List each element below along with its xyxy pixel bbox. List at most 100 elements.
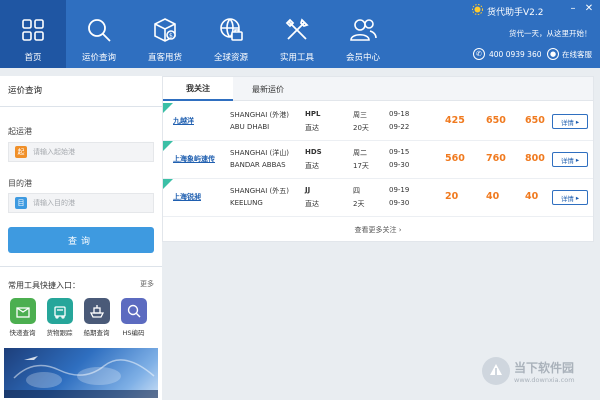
flag-tag-icon bbox=[163, 141, 173, 151]
nav-member-center[interactable]: 会员中心 bbox=[330, 0, 396, 68]
route-type: 直达 bbox=[305, 124, 319, 132]
chevron-right-icon: ▸ bbox=[575, 117, 580, 126]
price-40hq: 650 bbox=[525, 115, 545, 126]
nav-global-resources[interactable]: 全球资源 bbox=[198, 0, 264, 68]
watermark-text: 当下软件园 www.downxia.com bbox=[514, 359, 575, 384]
tab-my-follow[interactable]: 我关注 bbox=[163, 77, 233, 101]
hs-code-icon bbox=[120, 298, 147, 324]
rates-panel: 我关注 最新运价 九越洋 SHANGHAI (外港) ABU DHABI HPL… bbox=[162, 76, 594, 242]
tool-hs-code[interactable]: HS编码 bbox=[115, 298, 152, 337]
pod-text: ABU DHABI bbox=[230, 123, 270, 131]
table-row: 上海锐昶 SHANGHAI (外五) KEELUNG JJ 直达 四 2天 09… bbox=[163, 179, 593, 217]
detail-label: 详情 bbox=[560, 118, 574, 127]
search-panel-title: 运价查询 bbox=[8, 86, 43, 96]
nav-label: 实用工具 bbox=[279, 53, 314, 63]
valid-from: 09-18 bbox=[389, 110, 410, 118]
valid-to: 09-30 bbox=[389, 199, 410, 207]
search-panel: 运价查询 起运港 起 请输入起始港 目的港 目 请输入目的港 查询 常用工具快捷… bbox=[0, 76, 162, 400]
globe-briefcase-icon bbox=[216, 15, 246, 45]
online-service-button[interactable]: ● 在线客服 bbox=[547, 48, 592, 60]
transit-time: 20天 bbox=[353, 124, 369, 132]
app-title-text: 货代助手V2.2 bbox=[487, 7, 544, 18]
pol-text: SHANGHAI (外港) bbox=[230, 111, 289, 119]
greeting-text: 货代一天，从这里开始！ bbox=[509, 29, 592, 38]
tool-tracking[interactable]: 货物跟踪 bbox=[41, 298, 78, 337]
pod-placeholder: 请输入目的港 bbox=[33, 199, 75, 207]
watermark: 当下软件园 www.downxia.com bbox=[482, 357, 575, 385]
company-link[interactable]: 九越洋 bbox=[173, 116, 194, 126]
tool-label: 快递查询 bbox=[9, 329, 36, 337]
phone-icon: ✆ bbox=[473, 48, 485, 60]
nav-label: 直客甩货 bbox=[147, 53, 182, 63]
pol-placeholder: 请输入起始港 bbox=[33, 148, 75, 156]
pol-badge-icon: 起 bbox=[15, 146, 27, 158]
rates-tabs: 我关注 最新运价 bbox=[163, 77, 593, 101]
query-button[interactable]: 查询 bbox=[8, 227, 154, 253]
tool-express[interactable]: 快递查询 bbox=[4, 298, 41, 337]
price-20gp: 425 bbox=[445, 115, 465, 126]
detail-button[interactable]: 详情 ▸ bbox=[552, 190, 588, 205]
watermark-logo-icon bbox=[482, 357, 510, 385]
main-nav: 首页 运价查询 $ 直客甩货 全球资源 实用工具 会员中心 bbox=[0, 0, 396, 68]
pol-input[interactable]: 起 请输入起始港 bbox=[8, 142, 154, 162]
svg-text:$: $ bbox=[169, 33, 173, 40]
nav-rate-query[interactable]: 运价查询 bbox=[66, 0, 132, 68]
price-20gp: 560 bbox=[445, 153, 465, 164]
search-icon bbox=[84, 15, 114, 45]
members-icon bbox=[348, 15, 378, 45]
nav-direct-cargo[interactable]: $ 直客甩货 bbox=[132, 0, 198, 68]
view-more-link[interactable]: 查看更多关注 › bbox=[163, 225, 593, 235]
tool-label: HS编码 bbox=[122, 329, 145, 337]
nav-label: 全球资源 bbox=[213, 53, 248, 63]
tools-icon bbox=[282, 15, 312, 45]
express-icon bbox=[9, 298, 36, 324]
detail-label: 详情 bbox=[560, 194, 574, 203]
detail-button[interactable]: 详情 ▸ bbox=[552, 114, 588, 129]
divider bbox=[0, 266, 162, 267]
pod-input[interactable]: 目 请输入目的港 bbox=[8, 193, 154, 213]
ad-banner[interactable] bbox=[4, 348, 158, 398]
company-link[interactable]: 上海象屿速传 bbox=[173, 154, 215, 164]
nav-home[interactable]: 首页 bbox=[0, 0, 66, 68]
nav-label: 首页 bbox=[24, 53, 42, 63]
tool-schedule[interactable]: 船期查询 bbox=[78, 298, 115, 337]
divider bbox=[0, 106, 162, 107]
flag-tag-icon bbox=[163, 179, 173, 189]
price-40gp: 650 bbox=[486, 115, 506, 126]
tab-latest-rates[interactable]: 最新运价 bbox=[233, 77, 303, 101]
transit-time: 2天 bbox=[353, 200, 365, 208]
pol-text: SHANGHAI (外五) bbox=[230, 187, 289, 195]
tools-grid: 快递查询 货物跟踪 船期查询 HS编码 bbox=[4, 298, 152, 337]
detail-button[interactable]: 详情 ▸ bbox=[552, 152, 588, 167]
carrier-text: HPL bbox=[305, 110, 321, 118]
home-grid-icon bbox=[18, 15, 48, 45]
tool-label: 船期查询 bbox=[83, 329, 110, 337]
chevron-right-icon: ▸ bbox=[575, 155, 580, 164]
price-40gp: 760 bbox=[486, 153, 506, 164]
online-service-label: 在线客服 bbox=[562, 49, 592, 59]
chevron-right-icon: ▸ bbox=[575, 193, 580, 202]
phone-info: ✆ 400 0939 360 bbox=[473, 48, 542, 60]
nav-tools[interactable]: 实用工具 bbox=[264, 0, 330, 68]
price-40gp: 40 bbox=[486, 191, 500, 202]
company-link[interactable]: 上海锐昶 bbox=[173, 192, 201, 202]
phone-number: 400 0939 360 bbox=[489, 49, 542, 59]
box-icon: $ bbox=[150, 15, 180, 45]
valid-from: 09-15 bbox=[389, 148, 410, 156]
nav-label: 会员中心 bbox=[345, 53, 380, 63]
price-40hq: 800 bbox=[525, 153, 545, 164]
transit-time: 17天 bbox=[353, 162, 369, 170]
tools-more-link[interactable]: 更多 bbox=[140, 279, 154, 289]
app-title: 货代助手V2.2 bbox=[472, 4, 543, 18]
table-row: 九越洋 SHANGHAI (外港) ABU DHABI HPL 直达 周三 20… bbox=[163, 103, 593, 141]
valid-to: 09-22 bbox=[389, 123, 410, 131]
close-button[interactable]: ✕ bbox=[582, 3, 596, 15]
app-header: 首页 运价查询 $ 直客甩货 全球资源 实用工具 会员中心 货代助手V2.2 –… bbox=[0, 0, 600, 68]
route-type: 直达 bbox=[305, 162, 319, 170]
minimize-button[interactable]: – bbox=[566, 3, 580, 15]
world-map-illustration bbox=[4, 356, 158, 398]
watermark-url: www.downxia.com bbox=[514, 375, 575, 384]
sun-logo-icon bbox=[472, 4, 483, 18]
carrier-text: HDS bbox=[305, 148, 322, 156]
valid-from: 09-19 bbox=[389, 186, 410, 194]
